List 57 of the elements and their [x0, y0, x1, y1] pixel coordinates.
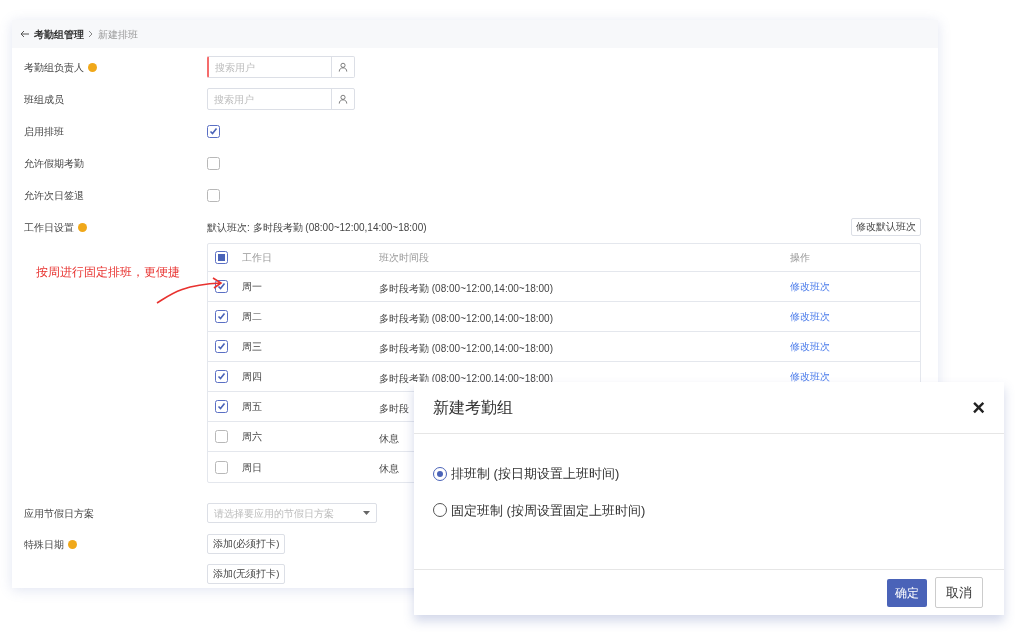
- checkbox[interactable]: [207, 156, 220, 170]
- checkbox[interactable]: [215, 370, 228, 383]
- column-header: 班次时间段: [379, 251, 430, 265]
- dialog-title: 新建考勤组: [433, 397, 514, 418]
- default-shift-text: 默认班次: 多时段考勤 (08:00~12:00,14:00~18:00): [207, 220, 427, 235]
- table-cell: 多时段考勤 (08:00~12:00,14:00~18:00): [379, 282, 553, 294]
- edit-shift-link[interactable]: 修改班次: [790, 279, 830, 294]
- user-icon[interactable]: [338, 94, 348, 104]
- checkbox[interactable]: [215, 251, 228, 264]
- checkbox[interactable]: [215, 310, 228, 323]
- back-arrow-icon[interactable]: [20, 30, 30, 38]
- close-button[interactable]: ×: [972, 396, 985, 419]
- edit-shift-link[interactable]: 修改班次: [790, 369, 830, 384]
- confirm-button[interactable]: 确定: [887, 578, 927, 607]
- checkbox[interactable]: [215, 400, 228, 413]
- column-header: 操作: [790, 251, 810, 265]
- radio-label[interactable]: 排班制 (按日期设置上班时间): [451, 464, 620, 484]
- table-cell-text: 周四: [242, 370, 263, 384]
- table-cell: 休息: [379, 432, 399, 444]
- table-cell-text: 周三: [242, 340, 263, 354]
- table-cell-text: 周五: [242, 400, 263, 414]
- chevron-right-icon: [88, 30, 94, 38]
- field-label: 启用排班: [24, 124, 64, 139]
- checkbox[interactable]: [215, 460, 228, 474]
- table-cell: 休息: [379, 463, 399, 474]
- breadcrumb-link[interactable]: 考勤组管理: [34, 26, 84, 42]
- annotation-text: 按周进行固定排班，更便捷: [36, 264, 180, 281]
- checkbox[interactable]: [207, 124, 220, 138]
- field-label: 工作日设置: [24, 220, 74, 235]
- field-label: 特殊日期: [24, 537, 64, 552]
- checkbox[interactable]: [215, 430, 228, 443]
- field-label: 允许假期考勤: [24, 156, 84, 171]
- annotation-arrow-drawing: [155, 277, 225, 305]
- table-cell-text: 周六: [242, 430, 263, 444]
- radio-label[interactable]: 固定班制 (按周设置固定上班时间): [451, 500, 646, 520]
- edit-shift-link[interactable]: 修改班次: [790, 339, 830, 354]
- table-cell-text: 周二: [242, 310, 263, 324]
- edit-shift-link[interactable]: 修改班次: [790, 309, 830, 324]
- user-icon[interactable]: [338, 62, 348, 72]
- cancel-button[interactable]: 取消: [935, 577, 983, 608]
- checkbox[interactable]: [215, 340, 228, 353]
- table-cell: 多时段: [379, 402, 409, 414]
- column-header: 工作日: [242, 251, 273, 265]
- dropdown-caret-icon: [363, 511, 370, 515]
- table-cell: 多时段考勤 (08:00~12:00,14:00~18:00): [379, 342, 553, 354]
- checkbox[interactable]: [207, 188, 220, 202]
- add-date-button[interactable]: 添加(必须打卡): [207, 534, 286, 554]
- table-cell: 多时段考勤 (08:00~12:00,14:00~18:00): [379, 312, 553, 324]
- table-cell-text: 周日: [242, 460, 263, 475]
- field-label: 允许次日签退: [24, 188, 84, 203]
- add-date-button[interactable]: 添加(无须打卡): [207, 564, 286, 584]
- field-label: 班组成员: [24, 92, 64, 107]
- breadcrumb-current: 新建排班: [98, 27, 138, 42]
- edit-default-shift-button[interactable]: 修改默认班次: [851, 218, 921, 236]
- field-label: 考勤组负责人: [24, 60, 84, 75]
- table-cell-text: 周一: [242, 280, 263, 294]
- field-label: 应用节假日方案: [24, 506, 94, 521]
